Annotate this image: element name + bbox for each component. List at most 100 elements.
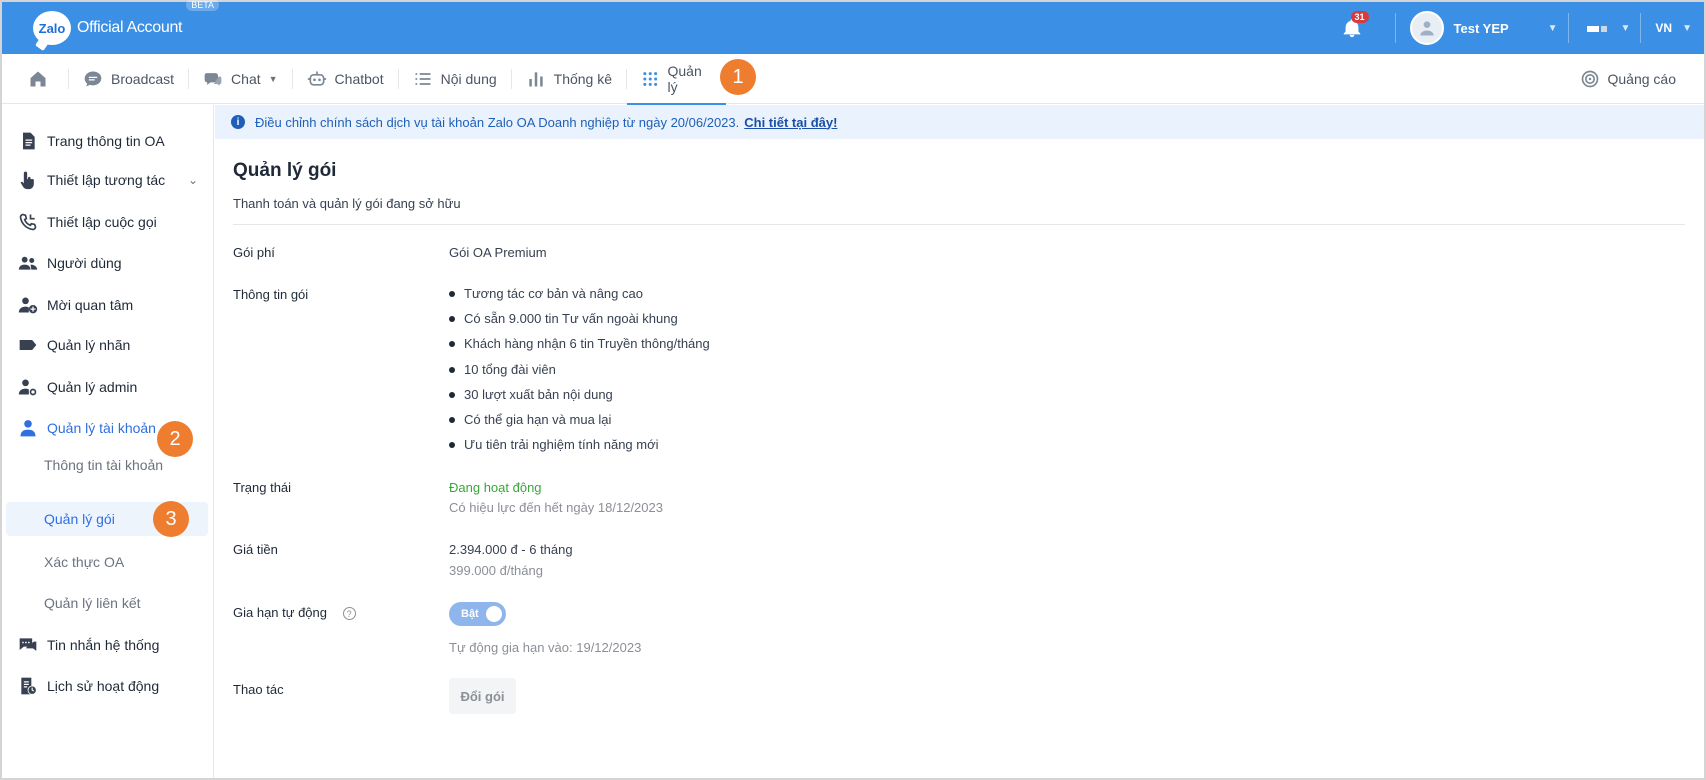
notification-count-badge: 31 [1350, 11, 1369, 23]
user-gear-icon [18, 379, 37, 396]
sidebar-item-label: Tin nhắn hệ thống [47, 637, 160, 653]
package-label: Gói phí [233, 245, 275, 260]
nav-label: Quản lý [667, 62, 702, 95]
bar-chart-icon [528, 71, 543, 86]
package-value: Gói OA Premium [449, 245, 547, 260]
nav-label: Chat [231, 70, 261, 87]
region-switcher[interactable]: ▼ [1569, 23, 1641, 34]
broadcast-icon [84, 71, 102, 86]
notification-button[interactable]: 31 [1337, 11, 1369, 43]
sidebar-item-activity-log[interactable]: Lịch sử hoạt động [2, 667, 212, 705]
sidebar-item-label: Thiết lập cuộc gọi [47, 214, 157, 230]
change-package-button[interactable]: Đổi gói [449, 678, 516, 714]
language-code: VN [1655, 21, 1673, 35]
auto-renew-toggle[interactable]: Bật [449, 602, 506, 626]
sidebar-item-label: Quản lý admin [47, 379, 138, 395]
toggle-knob [486, 606, 502, 622]
robot-icon [307, 71, 326, 86]
sidebar-subitem-links[interactable]: Quản lý liên kết [2, 584, 212, 622]
auto-renew-label-text: Gia hạn tự động [233, 605, 327, 620]
status-note: Có hiệu lực đến hết ngày 18/12/2023 [449, 500, 663, 515]
target-icon [1581, 70, 1598, 87]
nav-label: Nội dung [440, 70, 497, 87]
list-icon [415, 72, 431, 85]
sidebar-item-label: Người dùng [47, 255, 122, 271]
page-title: Quản lý gói [233, 160, 337, 181]
list-item: 30 lượt xuất bản nội dung [449, 387, 613, 402]
beta-badge: BETA [186, 0, 220, 11]
chevron-down-icon: ▼ [1547, 22, 1558, 34]
nav-broadcast[interactable]: Broadcast [69, 54, 188, 104]
sidebar-item-interaction-settings[interactable]: Thiết lập tương tác ⌄ [2, 161, 212, 199]
users-icon [18, 256, 38, 270]
logo[interactable]: Zalo Official Account BETA [33, 0, 220, 45]
nav-statistics[interactable]: Thống kê [512, 54, 626, 104]
user-menu[interactable]: Test YEP ▼ [1396, 11, 1568, 45]
auto-renew-label: Gia hạn tự động ? [233, 605, 356, 621]
list-item: Tương tác cơ bản và nâng cao [449, 286, 643, 301]
chevron-down-icon: ▼ [1620, 22, 1631, 34]
list-item: Có thể gia hạn và mua lại [449, 412, 611, 427]
avatar [1409, 11, 1444, 45]
price-label: Giá tiền [233, 542, 278, 557]
price-note: 399.000 đ/tháng [449, 563, 543, 578]
nav-ads[interactable]: Quảng cáo [1566, 54, 1705, 104]
app-name: Official Account [77, 19, 183, 36]
step-callout-3: 3 [153, 501, 189, 537]
top-right-controls: 31 Test YEP ▼ ▼ VN ▼ [1337, 2, 1704, 54]
sidebar-item-label: Quản lý nhãn [47, 337, 131, 353]
sidebar-item-admin[interactable]: Quản lý admin [2, 368, 212, 406]
sidebar-item-label: Quản lý tài khoản [47, 420, 156, 436]
user-avatar-icon [1419, 21, 1434, 36]
sidebar-item-label: Trang thông tin OA [47, 133, 165, 149]
tag-icon [19, 340, 37, 350]
phone-icon [19, 213, 37, 231]
nav-label: Chatbot [334, 70, 384, 87]
chevron-down-icon: ⌄ [187, 173, 198, 187]
page-subtitle: Thanh toán và quản lý gói đang sở hữu [233, 196, 461, 211]
nav-chat[interactable]: Chat ▼ [189, 54, 292, 104]
sidebar-subitem-verify-oa[interactable]: Xác thực OA [2, 543, 212, 581]
sidebar-item-oa-info[interactable]: Trang thông tin OA [2, 122, 212, 160]
sidebar-item-label: Mời quan tâm [47, 297, 134, 313]
action-label: Thao tác [233, 682, 284, 697]
top-bar: Zalo Official Account BETA 31 Test YEP ▼… [2, 0, 1704, 54]
divider [233, 224, 1685, 225]
chevron-down-icon: ▼ [268, 73, 278, 84]
list-item: Có sẵn 9.000 tin Tư vấn ngoài khung [449, 311, 678, 326]
nav-management[interactable]: Quản lý [627, 54, 727, 105]
nav-home[interactable] [2, 54, 68, 104]
nav-content[interactable]: Nội dung [399, 54, 511, 104]
nav-label: Quảng cáo [1607, 70, 1677, 87]
message-icon [19, 638, 37, 651]
sidebar-item-call-settings[interactable]: Thiết lập cuộc gọi [2, 203, 212, 241]
sidebar-item-label: Thiết lập tương tác [47, 172, 166, 188]
sidebar-item-label: Xác thực OA [44, 554, 125, 570]
policy-banner: i Điều chỉnh chính sách dịch vụ tài khoả… [215, 105, 1704, 139]
help-icon[interactable]: ? [342, 607, 356, 621]
sidebar-item-users[interactable]: Người dùng [2, 244, 212, 282]
sidebar-item-label: Quản lý liên kết [44, 595, 141, 611]
sidebar-item-system-messages[interactable]: Tin nhắn hệ thống [2, 626, 212, 664]
home-icon [30, 71, 46, 86]
hand-pointer-icon [20, 171, 34, 190]
info-label: Thông tin gói [233, 287, 309, 302]
user-add-icon [18, 297, 38, 314]
info-icon: i [231, 115, 245, 129]
sidebar-item-invite[interactable]: Mời quan tâm [2, 286, 212, 324]
history-icon [21, 677, 37, 695]
banner-link[interactable]: Chi tiết tại đây! [744, 115, 837, 130]
user-name: Test YEP [1453, 20, 1509, 36]
list-item: Ưu tiên trải nghiệm tính năng mới [449, 437, 659, 452]
step-callout-1: 1 [720, 59, 756, 95]
chevron-down-icon: ▼ [1682, 22, 1692, 34]
sidebar-item-labels[interactable]: Quản lý nhãn [2, 326, 212, 364]
sidebar-item-label: Lịch sử hoạt động [47, 678, 160, 694]
sidebar-item-label: Quản lý gói [44, 511, 115, 527]
main-nav: Broadcast Chat ▼ Chatbot Nội dung Thống … [2, 54, 1705, 105]
language-switcher[interactable]: VN ▼ [1641, 21, 1704, 35]
nav-label: Broadcast [111, 70, 175, 87]
document-icon [23, 132, 35, 150]
auto-renew-note: Tự động gia hạn vào: 19/12/2023 [449, 640, 642, 655]
nav-chatbot[interactable]: Chatbot [293, 54, 398, 104]
